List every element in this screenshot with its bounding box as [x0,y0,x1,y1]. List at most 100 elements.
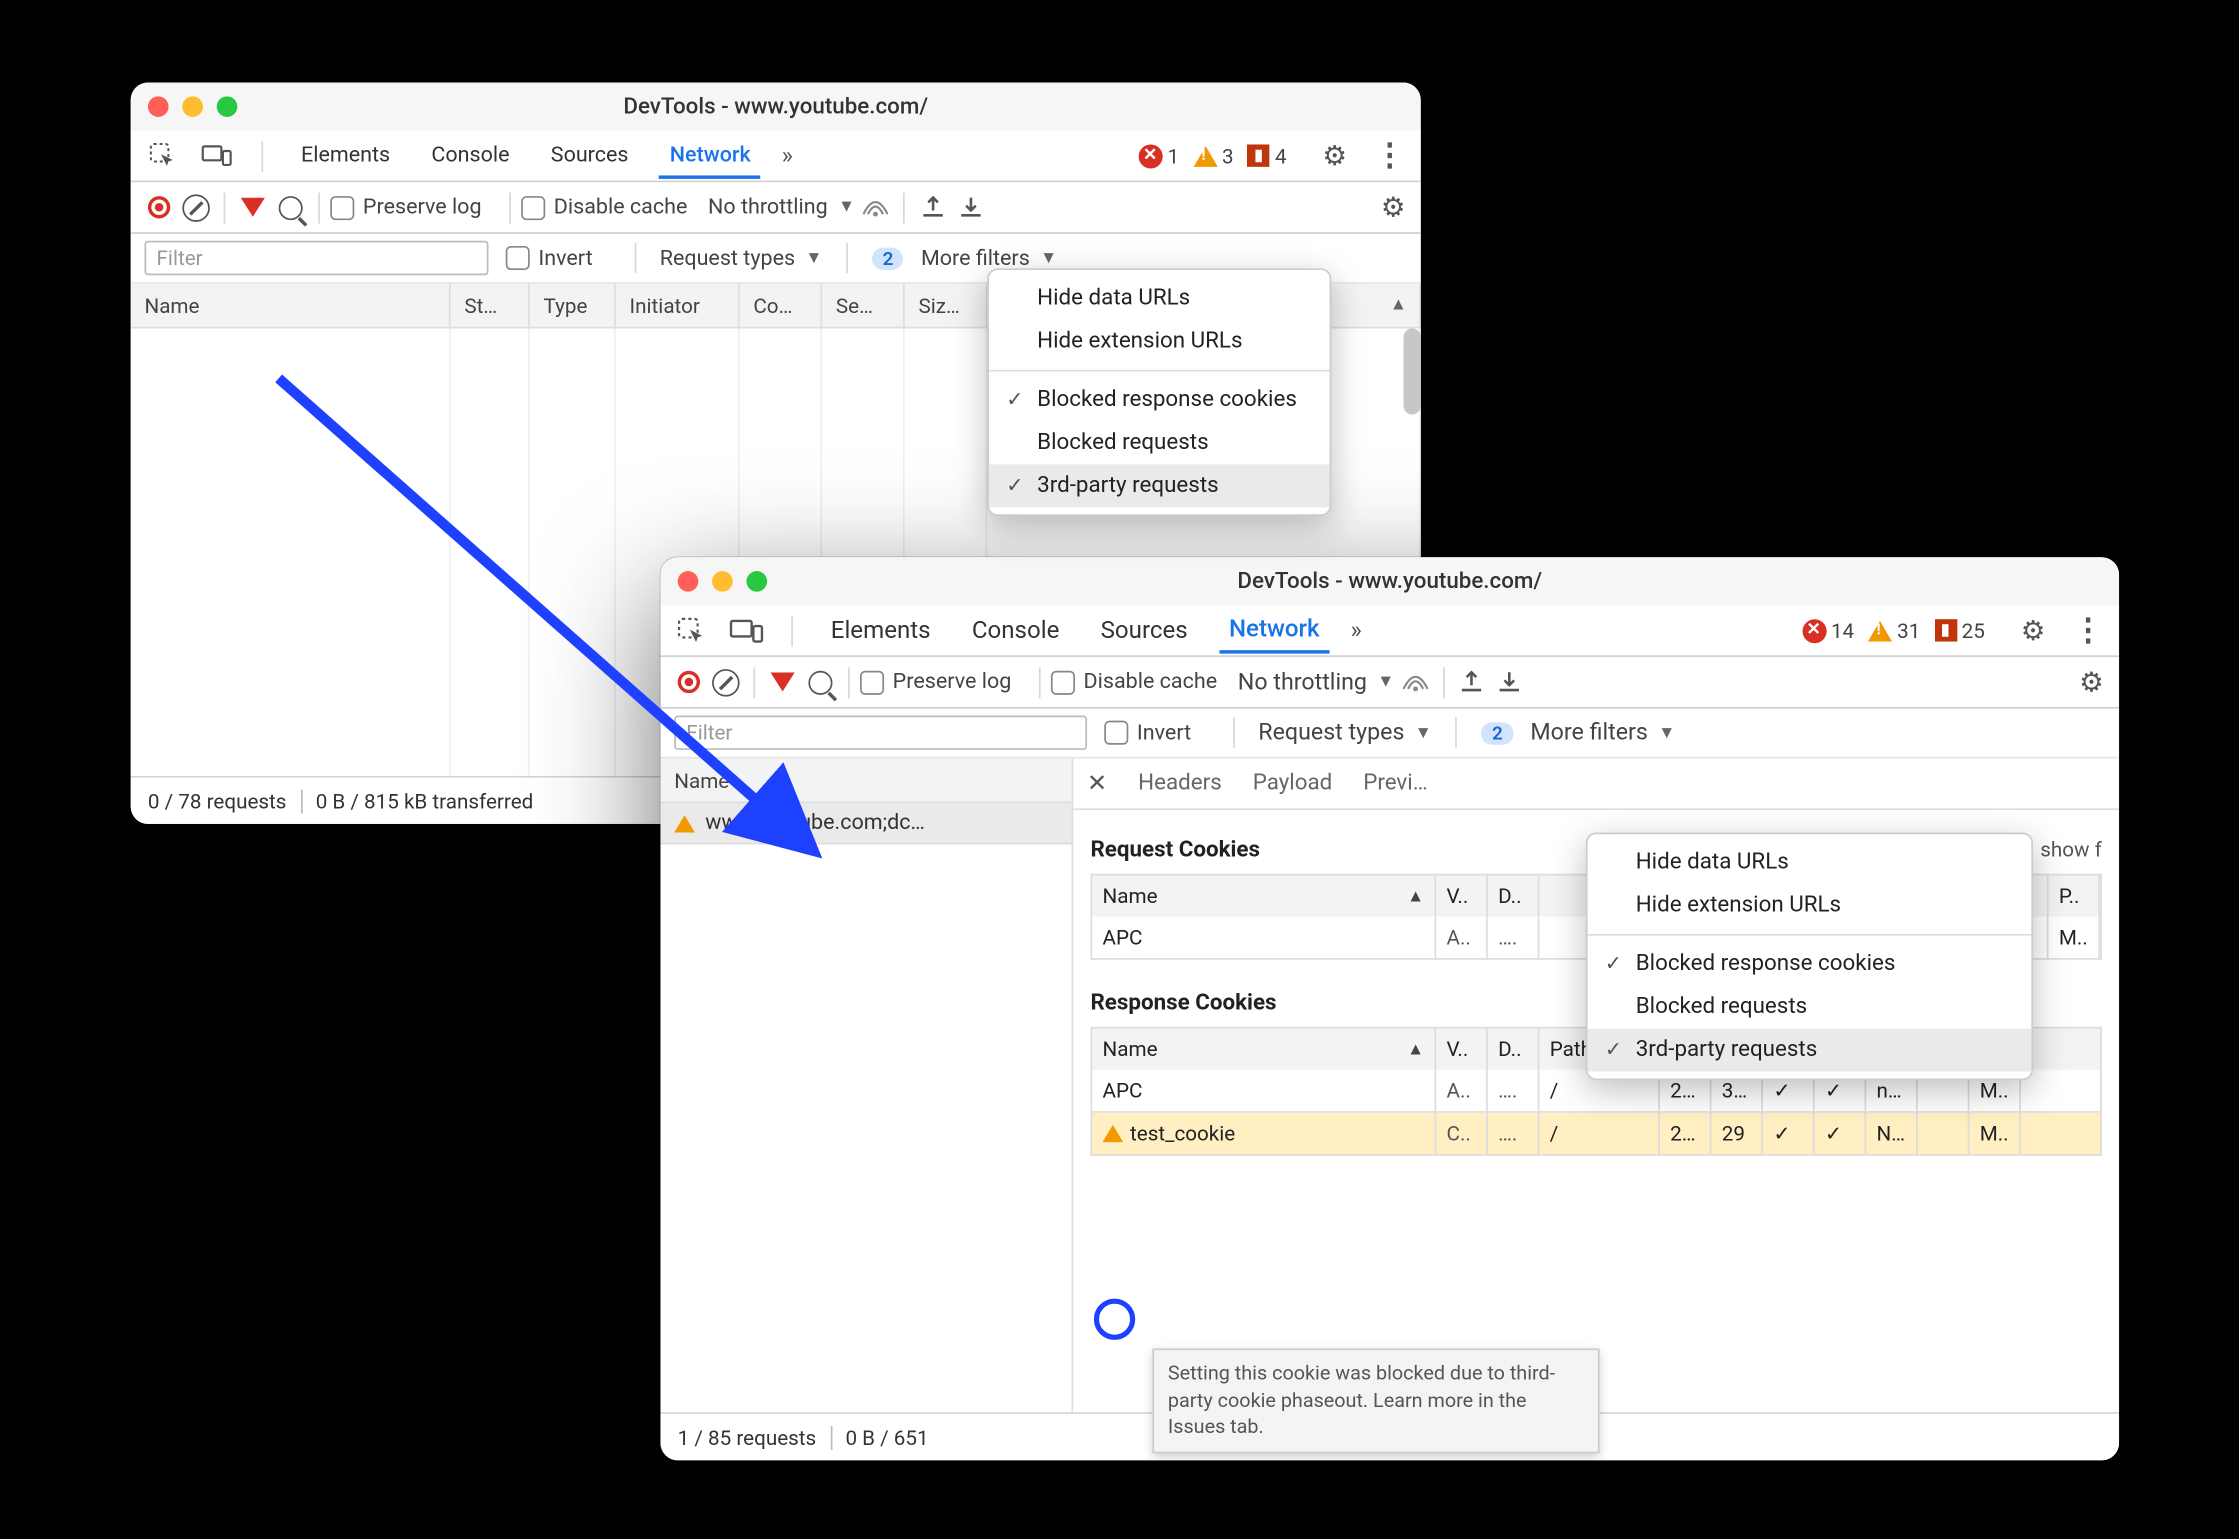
tab-sources[interactable]: Sources [1090,610,1198,651]
zoom-window-icon[interactable] [217,96,238,117]
preserve-log-checkbox[interactable]: Preserve log [330,194,481,220]
col-v[interactable]: V.. [1436,1029,1488,1070]
tab-console[interactable]: Console [962,610,1070,651]
error-badge[interactable]: ✕14 [1802,618,1854,642]
menu-blocked-requests[interactable]: Blocked requests [1588,986,2032,1029]
warning-badge[interactable]: 31 [1868,618,1920,642]
warning-badge[interactable]: 3 [1193,144,1234,168]
disable-cache-checkbox[interactable]: Disable cache [1051,669,1217,695]
device-icon[interactable] [200,138,234,172]
invert-checkbox[interactable]: Invert [1104,720,1191,746]
warning-icon [674,814,695,831]
col-co[interactable]: Co… [740,284,823,327]
col-d[interactable]: D.. [1488,1029,1540,1070]
scrollbar[interactable] [1404,329,1421,415]
response-cookie-row-blocked[interactable]: test_cookie C.. …. / 2… 29 ✓ ✓ N… M.. [1090,1113,2101,1156]
col-name[interactable]: Name [1103,884,1158,908]
col-type[interactable]: Type [530,284,616,327]
warning-icon [1103,1125,1124,1142]
tooltip: Setting this cookie was blocked due to t… [1152,1348,1599,1452]
more-tabs-icon[interactable]: » [1351,617,1362,645]
request-name: www.youtube.com;dc… [705,810,925,836]
network-conditions-icon[interactable] [858,190,892,224]
tab-headers[interactable]: Headers [1138,771,1222,797]
tab-network[interactable]: Network [1219,609,1330,654]
tab-elements[interactable]: Elements [820,610,940,651]
issue-badge[interactable]: ▮25 [1934,618,1985,642]
filter-count-badge: 2 [872,247,903,269]
menu-hide-extension-urls[interactable]: Hide extension URLs [1588,884,2032,927]
filter-input[interactable]: Filter [674,716,1087,750]
throttling-select[interactable]: No throttling▼ [1238,668,1395,696]
request-types-dropdown[interactable]: Request types▼ [660,245,823,271]
filter-row: Filter Invert Request types▼ 2 More filt… [660,709,2119,759]
minimize-window-icon[interactable] [712,571,733,592]
col-name[interactable]: Name [660,759,1071,804]
col-status[interactable]: St… [451,284,530,327]
record-icon[interactable] [141,190,175,224]
network-settings-icon[interactable]: ⚙ [2074,665,2108,699]
col-d[interactable]: D.. [1488,875,1540,916]
clear-icon[interactable] [179,190,213,224]
search-icon[interactable] [273,190,307,224]
requests-count: 1 / 85 requests [678,1425,817,1449]
settings-icon[interactable]: ⚙ [1318,138,1352,172]
table-row[interactable]: www.youtube.com;dc… [660,803,1071,844]
menu-hide-data-urls[interactable]: Hide data URLs [1588,841,2032,884]
issue-badge[interactable]: ▮4 [1247,144,1286,168]
col-initiator[interactable]: Initiator [616,284,740,327]
col-name[interactable]: Name [131,284,451,327]
more-tabs-icon[interactable]: » [782,142,793,170]
error-badge[interactable]: ✕1 [1138,144,1179,168]
network-settings-icon[interactable]: ⚙ [1376,190,1410,224]
settings-icon[interactable]: ⚙ [2016,613,2050,647]
inspect-icon[interactable] [674,613,708,647]
col-p2[interactable]: P.. [2049,875,2101,916]
record-icon[interactable] [671,665,705,699]
network-conditions-icon[interactable] [1398,665,1432,699]
import-icon[interactable] [1455,665,1489,699]
window-titlebar: DevTools - www.youtube.com/ [660,557,2119,605]
minimize-window-icon[interactable] [182,96,203,117]
device-icon[interactable] [729,613,763,647]
filter-icon[interactable] [236,190,270,224]
close-window-icon[interactable] [148,96,169,117]
close-window-icon[interactable] [678,571,699,592]
tab-sources[interactable]: Sources [540,136,638,176]
invert-checkbox[interactable]: Invert [506,245,593,271]
filter-icon[interactable] [765,665,799,699]
more-filters-dropdown[interactable]: More filters▼ [1530,719,1675,747]
tab-console[interactable]: Console [421,136,520,176]
disable-cache-checkbox[interactable]: Disable cache [521,194,687,220]
col-se[interactable]: Se… [822,284,905,327]
search-icon[interactable] [803,665,837,699]
menu-blocked-requests[interactable]: Blocked requests [989,421,1330,464]
clear-icon[interactable] [709,665,743,699]
tab-network[interactable]: Network [659,135,761,178]
close-detail-icon[interactable]: ✕ [1087,770,1107,798]
menu-3rd-party-requests[interactable]: 3rd-party requests [989,464,1330,507]
menu-hide-data-urls[interactable]: Hide data URLs [989,277,1330,320]
tab-preview[interactable]: Previ… [1363,771,1427,797]
preserve-log-checkbox[interactable]: Preserve log [860,669,1011,695]
more-filters-dropdown[interactable]: More filters▼ [921,245,1057,271]
tab-elements[interactable]: Elements [291,136,401,176]
zoom-window-icon[interactable] [746,571,767,592]
throttling-select[interactable]: No throttling▼ [708,194,855,220]
menu-blocked-response-cookies[interactable]: Blocked response cookies [989,378,1330,421]
menu-hide-extension-urls[interactable]: Hide extension URLs [989,320,1330,363]
export-icon[interactable] [953,190,987,224]
col-name[interactable]: Name [1103,1037,1158,1061]
menu-3rd-party-requests[interactable]: 3rd-party requests [1588,1029,2032,1072]
tab-payload[interactable]: Payload [1253,771,1333,797]
col-v[interactable]: V.. [1436,875,1488,916]
import-icon[interactable] [915,190,949,224]
kebab-icon[interactable]: ⋮ [1373,138,1407,172]
export-icon[interactable] [1492,665,1526,699]
filter-input[interactable]: Filter [144,241,488,275]
col-size[interactable]: Siz… [905,284,988,327]
request-types-dropdown[interactable]: Request types▼ [1258,719,1432,747]
menu-blocked-response-cookies[interactable]: Blocked response cookies [1588,943,2032,986]
kebab-icon[interactable]: ⋮ [2071,613,2105,647]
inspect-icon[interactable] [144,138,178,172]
